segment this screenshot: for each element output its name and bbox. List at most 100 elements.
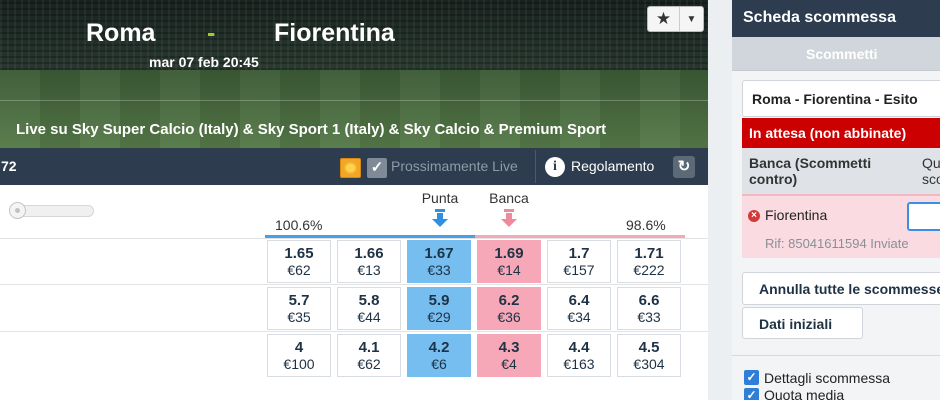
lay-odds-cell[interactable]: 1.7 €157 [547,240,611,283]
slip-gutter [708,0,732,400]
available-stake: €62 [357,356,381,372]
odds-value: 1.67 [424,245,454,262]
coming-live-label: Prossimamente Live [391,158,518,174]
odds-value: 5.8 [358,292,380,309]
back-odds-cell[interactable]: 4.1 €62 [337,334,401,377]
available-stake: €34 [567,309,591,325]
odds-value: 6.6 [638,292,660,309]
info-icon[interactable]: i [545,157,565,177]
view-slider-handle[interactable] [9,202,26,219]
available-stake: €100 [283,356,315,372]
odds-value: 1.65 [284,245,314,262]
odds-value: 6.4 [568,292,590,309]
stake-input[interactable] [907,202,940,231]
event-header: Roma - Fiorentina mar 07 feb 20:45 Live … [0,0,708,148]
chevron-down-icon[interactable]: ▼ [680,7,703,31]
lay-column-label: Banca [489,190,529,206]
lay-section-col2: Qu scom [922,155,940,187]
available-stake: €33 [637,309,661,325]
rules-link[interactable]: Regolamento [571,158,654,174]
lay-odds-cell[interactable]: 4.5 €304 [617,334,681,377]
available-stake: €14 [497,262,521,278]
back-column-label: Punta [421,190,459,206]
betslip-event-name: Roma - Fiorentina - Esito [742,80,940,117]
available-stake: €62 [287,262,311,278]
available-stake: €163 [563,356,595,372]
away-team-name: Fiorentina [274,19,395,47]
lay-odds-cell[interactable]: 6.2 €36 [477,287,541,330]
toolbar-divider [535,150,536,183]
lay-section-col2-line1: Qu [922,155,940,171]
average-odds-checkbox[interactable]: ✓ [744,388,759,400]
odds-value: 1.7 [568,245,590,262]
back-book-percentage: 100.6% [275,217,323,233]
back-odds-cell[interactable]: 4 €100 [267,334,331,377]
arrow-down-lay-icon [501,209,517,227]
odds-value: 5.9 [428,292,450,309]
close-icon[interactable]: × [748,210,760,222]
lay-odds-cell[interactable]: 4.3 €4 [477,334,541,377]
back-odds-cell[interactable]: 1.66 €13 [337,240,401,283]
cancel-all-bets-button[interactable]: Annulla tutte le scommesse [742,272,940,305]
bet-reference: Rif: 85041611594 Inviate [765,236,909,251]
available-stake: €35 [287,309,311,325]
odds-value: 4.4 [568,339,590,356]
lay-section-title: Banca (Scommetti contro) [749,155,872,187]
back-odds-cell[interactable]: 5.7 €35 [267,287,331,330]
available-stake: €4 [501,356,517,372]
odds-value: 4.1 [358,339,380,356]
odds-value: 4.5 [638,339,660,356]
betslip-title: Scheda scommessa [732,0,940,37]
average-odds-label: Quota media [764,387,845,400]
back-odds-cell[interactable]: 5.8 €44 [337,287,401,330]
arrow-down-back-icon [432,209,448,227]
bet-runner-name: Fiorentina [765,207,828,223]
row-divider [0,284,708,285]
available-stake: €13 [357,262,381,278]
lay-odds-cell[interactable]: 6.4 €34 [547,287,611,330]
checkbox-icon[interactable]: ✓ [367,158,387,178]
lay-odds-cell[interactable]: 4.4 €163 [547,334,611,377]
betslip-divider [732,355,940,356]
broadcast-info: Live su Sky Super Calcio (Italy) & Sky S… [16,121,607,138]
available-stake: €222 [633,262,665,278]
tab-scommetti[interactable]: Scommetti [732,37,940,71]
team-separator: - [207,19,216,47]
lay-odds-cell[interactable]: 6.6 €33 [617,287,681,330]
available-stake: €44 [357,309,381,325]
back-odds-cell[interactable]: 1.67 €33 [407,240,471,283]
odds-value: 4.3 [498,339,520,356]
available-stake: €29 [427,309,451,325]
star-icon[interactable]: ★ [648,7,680,31]
back-odds-cell[interactable]: 4.2 €6 [407,334,471,377]
betslip-panel: Scheda scommessa Scommetti Roma - Fioren… [732,0,940,400]
pending-bets-header: In attesa (non abbinate) [742,118,940,148]
odds-value: 4 [294,339,304,356]
lay-book-percentage: 98.6% [626,217,666,233]
odds-value: 1.66 [354,245,384,262]
match-datetime: mar 07 feb 20:45 [149,54,259,70]
back-odds-cell[interactable]: 1.65 €62 [267,240,331,283]
odds-value: 5.7 [288,292,310,309]
available-stake: €304 [633,356,665,372]
available-stake: €157 [563,262,595,278]
home-team-name: Roma [86,19,156,47]
sun-icon[interactable] [340,158,361,178]
initial-data-button[interactable]: Dati iniziali [742,307,863,339]
refresh-icon[interactable]: ↻ [673,156,695,178]
row-divider [0,331,708,332]
market-count: 72 [1,158,17,174]
lay-odds-cell[interactable]: 1.69 €14 [477,240,541,283]
lay-section-col2-line2: scom [922,171,940,187]
lay-bet-row: × Fiorentina Rif: 85041611594 Inviate [742,194,940,258]
lay-section-header: Banca (Scommetti contro) Qu scom [742,148,940,194]
odds-value: 1.69 [494,245,524,262]
favourite-dropdown-button[interactable]: ★ ▼ [647,6,704,32]
lay-odds-cell[interactable]: 1.71 €222 [617,240,681,283]
odds-value: 6.2 [498,292,520,309]
available-stake: €6 [431,356,447,372]
back-odds-cell[interactable]: 5.9 €29 [407,287,471,330]
bet-details-checkbox[interactable]: ✓ [744,370,759,385]
bet-details-label: Dettagli scommessa [764,370,891,386]
pitch-line [0,100,708,101]
